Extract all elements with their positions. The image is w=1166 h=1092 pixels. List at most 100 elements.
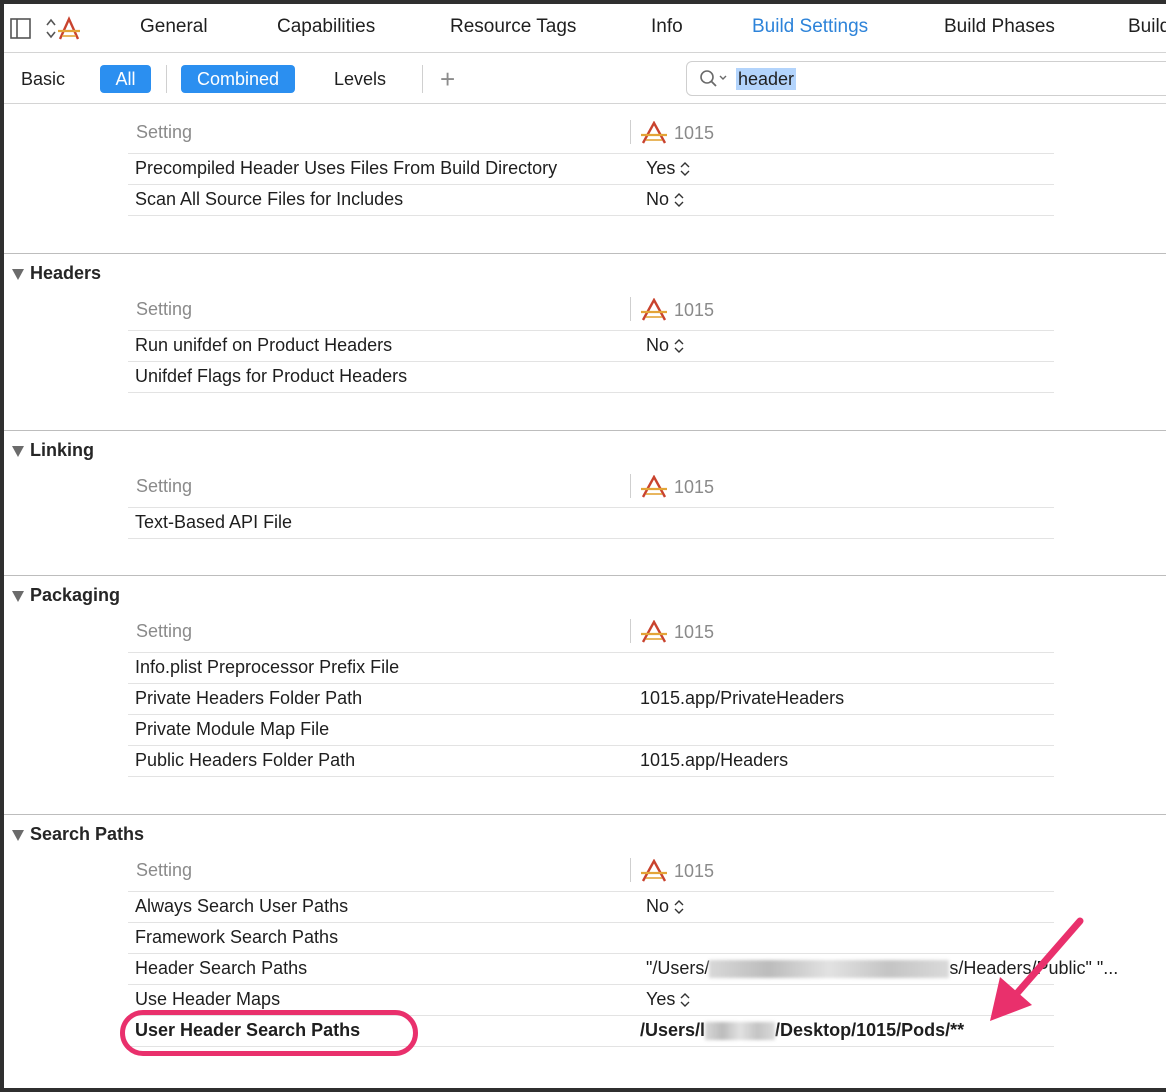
section-separator [4, 253, 1166, 254]
all-filter-button[interactable]: All [100, 65, 151, 93]
filter-divider [166, 65, 167, 93]
section-separator [4, 814, 1166, 815]
setting-value[interactable]: Yes [646, 989, 690, 1010]
column-divider [630, 858, 631, 882]
setting-name: Unifdef Flags for Product Headers [135, 366, 408, 386]
stepper-icon[interactable] [674, 338, 684, 354]
setting-name: Use Header Maps [135, 989, 281, 1009]
setting-name: Public Headers Folder Path [135, 750, 356, 770]
sidebar-toggle-icon[interactable] [10, 18, 32, 40]
tab-resource-tags[interactable]: Resource Tags [450, 16, 576, 38]
setting-column-header: Setting [136, 299, 193, 319]
filter-divider [422, 65, 423, 93]
basic-filter-button[interactable]: Basic [5, 65, 81, 93]
redacted-text [705, 1021, 776, 1040]
settings-search-field[interactable]: header [686, 61, 1166, 96]
setting-row[interactable]: Public Headers Folder Path 1015.app/Head… [128, 745, 1054, 777]
value-text: No [646, 896, 670, 916]
value-text: Yes [646, 989, 676, 1009]
search-icon[interactable] [699, 69, 729, 89]
setting-name: Scan All Source Files for Includes [135, 189, 404, 209]
setting-name: Header Search Paths [135, 958, 308, 978]
setting-name: Precompiled Header Uses Files From Build… [135, 158, 558, 178]
project-name: 1015 [674, 476, 715, 497]
column-divider [630, 619, 631, 643]
setting-value[interactable]: No [646, 896, 684, 917]
project-column-header: 1015 [640, 121, 714, 145]
setting-row[interactable]: Private Module Map File [128, 714, 1054, 745]
tab-build-settings[interactable]: Build Settings [752, 16, 868, 38]
project-icon [641, 620, 667, 643]
setting-value[interactable]: No [646, 189, 684, 210]
setting-name: Info.plist Preprocessor Prefix File [135, 657, 400, 677]
search-input-value[interactable]: header [736, 68, 797, 90]
project-icon [641, 859, 667, 882]
setting-row[interactable]: Scan All Source Files for Includes No [128, 184, 1054, 216]
settings-filter-bar: Basic All Combined Levels + header [4, 53, 1166, 104]
setting-name: Private Headers Folder Path [135, 688, 363, 708]
stepper-icon[interactable] [680, 161, 690, 177]
stepper-icon[interactable] [680, 992, 690, 1008]
project-column-header: 1015 [640, 475, 714, 499]
value-text: No [646, 189, 670, 209]
section-header-headers[interactable]: Headers [12, 263, 101, 284]
setting-value[interactable]: No [646, 335, 684, 356]
target-selector-icon[interactable] [44, 16, 82, 42]
setting-row[interactable]: Run unifdef on Product Headers No [128, 330, 1054, 361]
value-text: No [646, 335, 670, 355]
section-separator [4, 575, 1166, 576]
setting-value[interactable]: Yes [646, 158, 690, 179]
tab-build-rules[interactable]: Build [1128, 16, 1166, 38]
project-column-header: 1015 [640, 859, 714, 883]
add-setting-button[interactable]: + [440, 66, 455, 92]
setting-value[interactable]: 1015.app/PrivateHeaders [640, 688, 844, 709]
setting-row[interactable]: Info.plist Preprocessor Prefix File [128, 652, 1054, 683]
project-icon [641, 121, 667, 144]
column-divider [630, 474, 631, 498]
setting-name: Text-Based API File [135, 512, 293, 532]
value-text: "/Users/ [646, 958, 710, 978]
setting-column-header: Setting [136, 476, 193, 496]
setting-name: Run unifdef on Product Headers [135, 335, 393, 355]
value-text: /Users/l [640, 1020, 706, 1040]
build-settings-window: General Capabilities Resource Tags Info … [0, 0, 1166, 1092]
setting-row[interactable]: Unifdef Flags for Product Headers [128, 361, 1054, 393]
disclosure-triangle-icon[interactable] [12, 446, 24, 457]
tab-capabilities[interactable]: Capabilities [277, 16, 375, 38]
project-name: 1015 [674, 122, 715, 143]
tab-general[interactable]: General [140, 16, 208, 38]
project-column-header: 1015 [640, 620, 714, 644]
setting-name: Private Module Map File [135, 719, 330, 739]
setting-row[interactable]: Private Headers Folder Path 1015.app/Pri… [128, 683, 1054, 714]
setting-row[interactable]: Text-Based API File [128, 507, 1054, 539]
disclosure-triangle-icon[interactable] [12, 269, 24, 280]
disclosure-triangle-icon[interactable] [12, 830, 24, 841]
setting-value[interactable]: /Users/l/Desktop/1015/Pods/** [640, 1020, 964, 1041]
tab-info[interactable]: Info [651, 16, 683, 38]
stepper-icon[interactable] [674, 899, 684, 915]
section-header-linking[interactable]: Linking [12, 440, 94, 461]
setting-row[interactable]: Precompiled Header Uses Files From Build… [128, 153, 1054, 184]
setting-value[interactable]: 1015.app/Headers [640, 750, 788, 771]
project-icon [641, 475, 667, 498]
combined-view-button[interactable]: Combined [181, 65, 296, 93]
disclosure-triangle-icon[interactable] [12, 591, 24, 602]
setting-row[interactable]: Header Search Paths "/Users/s/Headers/Pu… [128, 953, 1118, 984]
project-name: 1015 [674, 299, 715, 320]
setting-row[interactable]: Always Search User Paths No [128, 891, 1054, 922]
value-text: Yes [646, 158, 676, 178]
highlight-oval [120, 1010, 418, 1056]
levels-view-button[interactable]: Levels [318, 65, 402, 93]
setting-column-header: Setting [136, 122, 193, 142]
setting-row[interactable]: Framework Search Paths [128, 922, 1054, 953]
section-header-packaging[interactable]: Packaging [12, 585, 120, 606]
setting-column-header: Setting [136, 621, 193, 641]
tab-build-phases[interactable]: Build Phases [944, 16, 1055, 38]
setting-column-header: Setting [136, 860, 193, 880]
section-header-search-paths[interactable]: Search Paths [12, 824, 144, 845]
stepper-icon[interactable] [674, 192, 684, 208]
section-title: Linking [30, 440, 94, 460]
section-separator [4, 430, 1166, 431]
redacted-text [709, 959, 950, 978]
setting-name: Framework Search Paths [135, 927, 339, 947]
